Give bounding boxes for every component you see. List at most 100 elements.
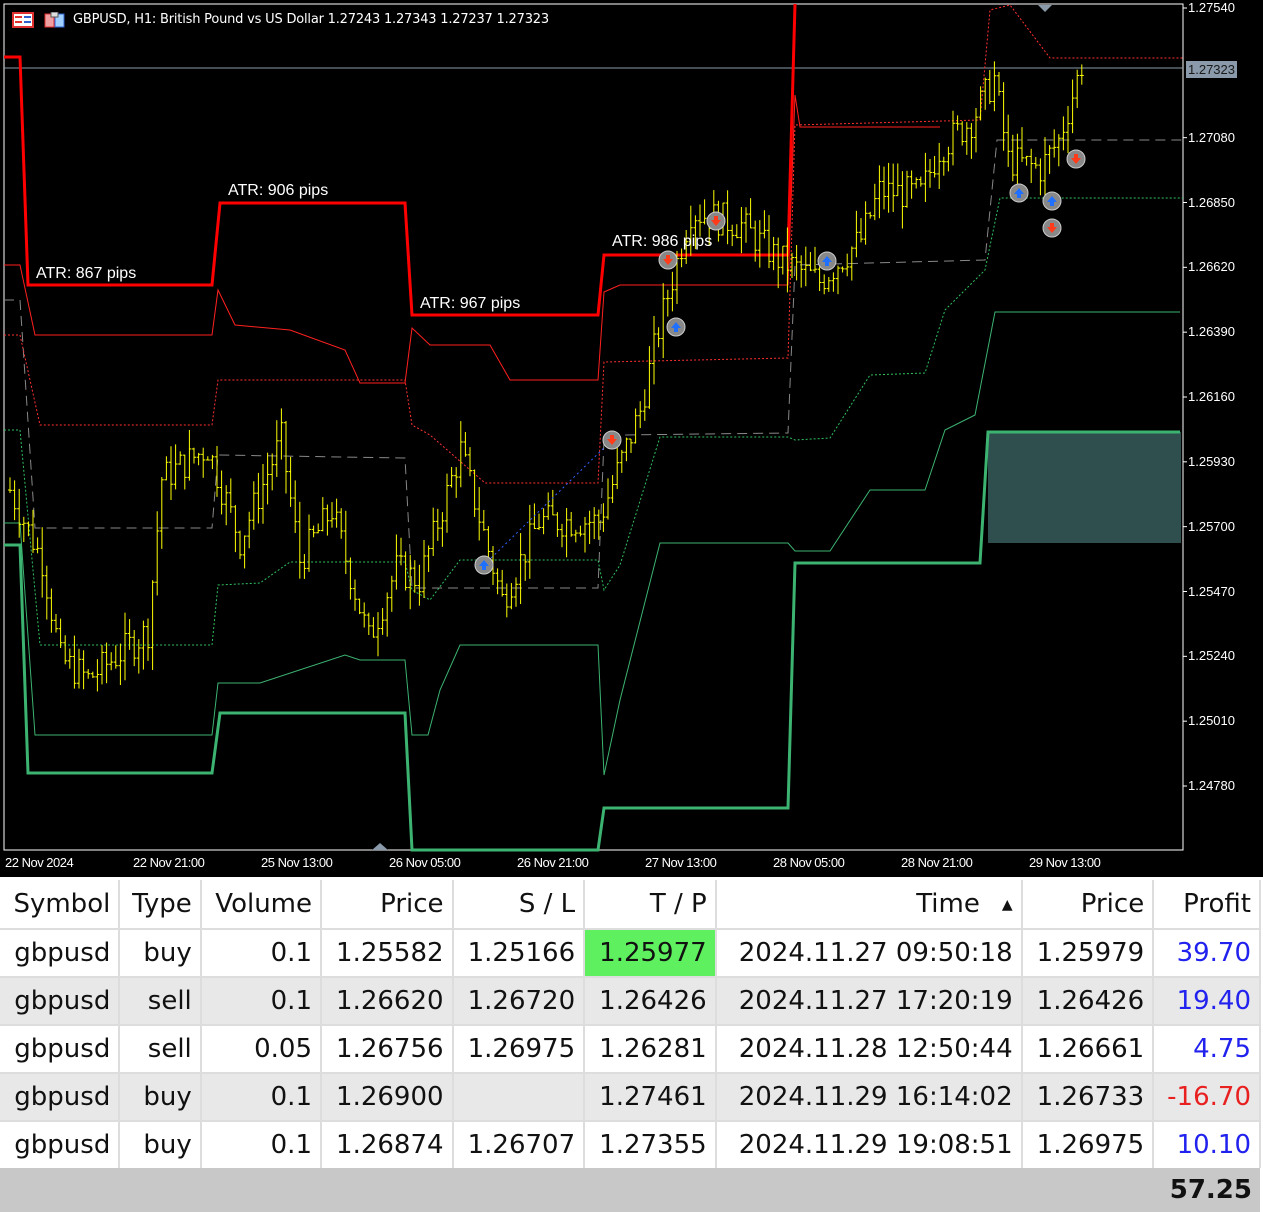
price-bar [58, 618, 63, 648]
time-tick-label: 28 Nov 05:00 [773, 855, 845, 870]
sell-arrow-icon[interactable] [658, 250, 678, 270]
price-bar [215, 446, 219, 497]
sell-arrow-icon[interactable] [602, 430, 622, 450]
buy-arrow-icon[interactable] [474, 555, 494, 575]
price-bar [495, 568, 500, 595]
price-bar [366, 612, 371, 636]
price-bar [72, 635, 77, 689]
column-header-tp[interactable]: T / P [584, 880, 717, 929]
column-header-time[interactable]: Time ▲ [715, 880, 1023, 929]
price-bar [201, 447, 206, 478]
period-separator-icon[interactable] [372, 843, 388, 850]
buy-arrow-icon[interactable] [817, 251, 837, 271]
price-bar [251, 481, 256, 530]
column-header-profit[interactable]: Profit [1153, 880, 1261, 929]
target-zone [988, 432, 1181, 543]
price-bar [196, 452, 201, 466]
price-tick-label: 1.26620 [1188, 259, 1235, 275]
column-header-volume[interactable]: Volume [200, 880, 323, 929]
cell-time: 2024.11.29 16:14:02 [715, 1072, 1023, 1121]
price-bar [435, 508, 440, 541]
price-bar [169, 446, 173, 500]
price-bar [638, 401, 643, 429]
sell-arrow-icon[interactable] [1066, 149, 1086, 169]
price-bar [872, 183, 877, 221]
price-bar [274, 420, 279, 477]
table-row[interactable]: gbpusd buy 0.1 1.26874 1.26707 1.27355 2024.11… [0, 1120, 1261, 1168]
column-header-type[interactable]: Type [119, 880, 202, 929]
trades-table[interactable]: Symbol Type Volume Price S / L T / P Time ▲ Pric… [0, 880, 1261, 1212]
price-bar [748, 198, 753, 229]
table-row[interactable]: gbpusd sell 0.05 1.26756 1.26975 1.26281 2024.… [0, 1024, 1261, 1073]
sort-ascending-icon[interactable]: ▲ [1002, 897, 1013, 913]
price-bar [1020, 127, 1024, 163]
cell-time: 2024.11.27 17:20:19 [715, 976, 1023, 1025]
price-bar [656, 327, 661, 348]
cell-time: 2024.11.28 12:50:44 [715, 1024, 1023, 1073]
price-bar [463, 432, 468, 457]
column-header-sl[interactable]: S / L [452, 880, 586, 929]
column-header-label: Type [132, 889, 192, 919]
price-bar [297, 501, 302, 579]
price-bar [150, 580, 155, 670]
price-bar [472, 469, 477, 517]
price-bar [293, 480, 298, 534]
price-bar [504, 583, 509, 618]
time-tick-label: 27 Nov 13:00 [645, 855, 717, 870]
price-bar [357, 598, 362, 615]
price-bar [362, 602, 367, 628]
cell-price: 1.26874 [321, 1120, 454, 1168]
cell-sl: 1.25166 [452, 928, 586, 977]
price-bar [284, 421, 288, 494]
column-header-price[interactable]: Price [321, 880, 454, 929]
column-header-symbol[interactable]: Symbol [0, 880, 121, 929]
sell-arrow-icon[interactable] [706, 211, 726, 231]
price-bar [458, 421, 463, 488]
price-bar [146, 618, 150, 661]
table-row[interactable]: gbpusd buy 0.1 1.26900 1.27461 2024.11.29 16:… [0, 1072, 1261, 1121]
price-bar [192, 447, 196, 464]
scroll-marker-icon[interactable] [1038, 5, 1052, 12]
cell-price-current: 1.25979 [1021, 928, 1155, 977]
price-bar [385, 592, 390, 637]
price-chart[interactable]: GBPUSD, H1: British Pound vs US Dollar 1… [0, 0, 1263, 877]
price-bar [302, 554, 307, 579]
price-bar [564, 508, 569, 558]
buy-arrow-icon[interactable] [1009, 183, 1029, 203]
price-bar [12, 480, 17, 521]
price-bar [523, 554, 528, 581]
price-bar [481, 509, 486, 531]
price-bar [606, 478, 610, 520]
price-bar [665, 289, 670, 317]
price-bar [550, 489, 555, 516]
price-bar [67, 648, 72, 669]
price-bar [1056, 134, 1061, 167]
price-bar [974, 108, 978, 153]
plot-frame [3, 3, 1184, 851]
buy-arrow-icon[interactable] [666, 317, 686, 337]
column-header-label: Volume [215, 889, 312, 919]
column-header-label: Time [916, 889, 980, 919]
table-row[interactable]: gbpusd sell 0.1 1.26620 1.26720 1.26426 2024.1… [0, 976, 1261, 1025]
price-bar [702, 199, 707, 225]
price-bar [868, 211, 873, 219]
price-bar [63, 635, 68, 665]
table-row[interactable]: gbpusd buy 0.1 1.25582 1.25166 1.25977 2024.11… [0, 928, 1261, 977]
price-bar [1052, 129, 1057, 158]
cell-type: sell [119, 976, 202, 1025]
price-bar [49, 588, 54, 633]
price-bar [113, 645, 118, 669]
price-bar [895, 163, 900, 197]
cell-price: 1.26620 [321, 976, 454, 1025]
price-bar [164, 456, 169, 481]
price-bar [546, 492, 551, 520]
chart-grid-icon[interactable] [12, 12, 34, 28]
one-click-trading-icon[interactable] [44, 12, 65, 28]
price-bar [1033, 156, 1038, 169]
price-bar [155, 511, 160, 596]
total-row: 57.25 [0, 1168, 1260, 1212]
column-header-price-current[interactable]: Price [1021, 880, 1155, 929]
sell-arrow-icon[interactable] [1042, 218, 1062, 238]
buy-arrow-icon[interactable] [1042, 191, 1062, 211]
column-header-label: Profit [1183, 889, 1251, 919]
